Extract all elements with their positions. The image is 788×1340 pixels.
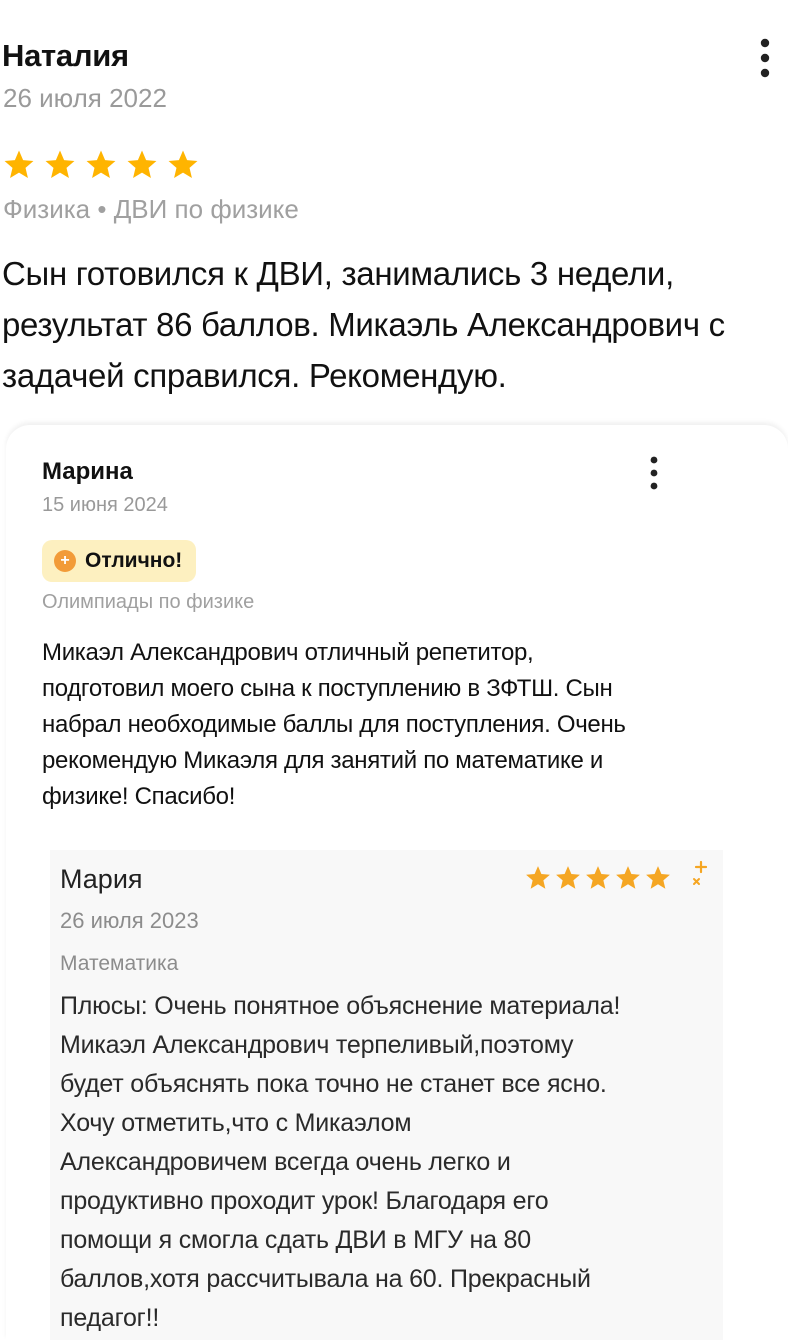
star-icon [614, 864, 642, 892]
sparkle-icon [690, 860, 712, 888]
review-date: 26 июля 2023 [60, 908, 199, 933]
review-text: Сын готовился к ДВИ, занимались 3 недели… [2, 255, 725, 394]
review-text-line: помощи я смогла сдать ДВИ в МГУ на 80 [60, 1226, 531, 1254]
star-icon [43, 148, 77, 184]
review-text: Плюсы: Очень понятное объяснение материа… [60, 987, 720, 1338]
rating-badge: + Отлично! [42, 540, 197, 582]
star-icon [524, 864, 552, 892]
review-text-line: будет объяснять пока точно не станет все… [60, 1070, 607, 1098]
review-author: Наталия [2, 38, 129, 73]
review-text-line: продуктивно проходит урок! Благодаря его [60, 1187, 549, 1215]
star-icon [166, 148, 200, 184]
star-icon [125, 148, 159, 184]
star-icon [84, 148, 118, 184]
review-card-nataliya: Наталия 26 июля 2022 Физика • ДВИ по физ… [0, 0, 788, 420]
review-text: Микаэл Александрович отличный репетитор,… [42, 639, 626, 810]
review-text-line: Плюсы: Очень понятное объяснение материа… [60, 992, 621, 1020]
more-vertical-icon[interactable] [752, 36, 778, 82]
plus-circle-icon: + [54, 550, 76, 572]
review-text-line: баллов,хотя рассчитывала на 60. Прекрасн… [60, 1265, 591, 1293]
review-text-line: педагог!! [60, 1304, 160, 1332]
star-icon [2, 148, 36, 184]
star-icon [554, 864, 582, 892]
review-date: 26 июля 2022 [3, 83, 167, 113]
review-author: Мария [60, 864, 143, 894]
review-author: Марина [42, 458, 133, 485]
star-rating [2, 148, 200, 184]
review-card-mariya: Мария 26 июля 2023 Математика Плюсы: Оче… [50, 850, 723, 1340]
star-icon [584, 864, 612, 892]
rating-badge-label: Отлично! [85, 549, 183, 572]
review-text-line: Микаэл Александрович терпеливый,поэтому [60, 1031, 574, 1059]
review-tags: Математика [60, 952, 179, 975]
review-text-line: Александровичем всегда очень легко и [60, 1148, 511, 1176]
star-icon [644, 864, 672, 892]
review-text-line: Хочу отметить,что с Микаэлом [60, 1109, 412, 1137]
more-vertical-icon[interactable] [643, 455, 665, 493]
review-tags: Олимпиады по физике [42, 591, 255, 613]
star-rating [524, 864, 672, 892]
review-tags: Физика • ДВИ по физике [3, 194, 299, 224]
review-date: 15 июня 2024 [42, 494, 168, 516]
